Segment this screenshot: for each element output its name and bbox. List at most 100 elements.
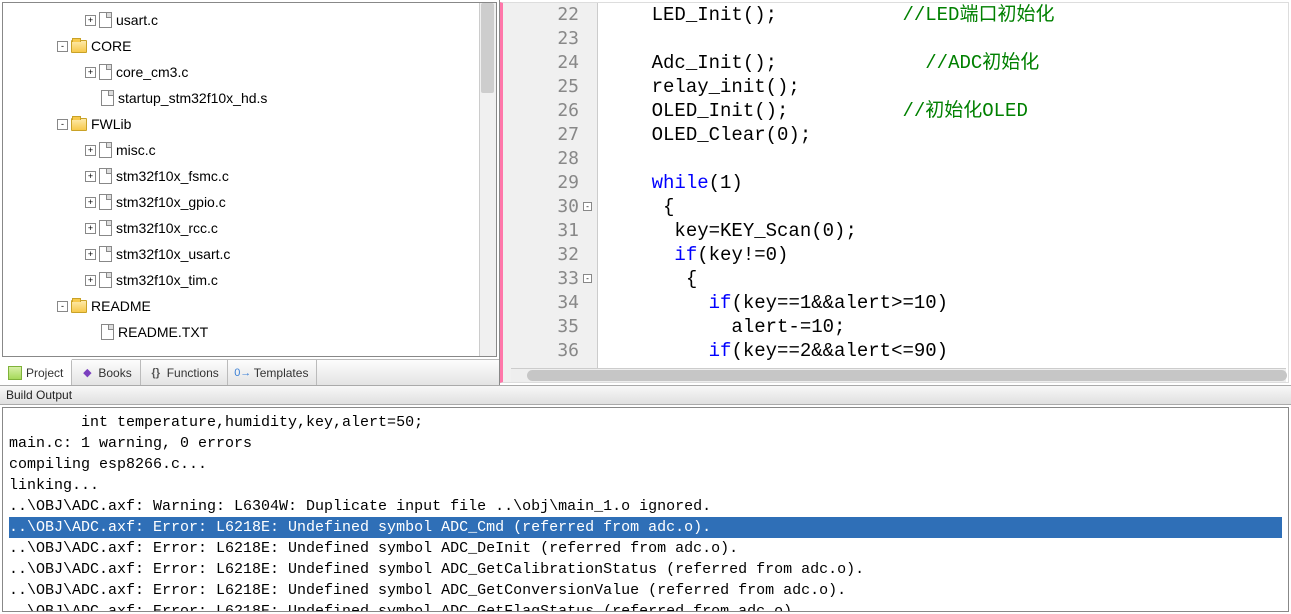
code-area[interactable]: LED_Init(); //LED端口初始化 Adc_Init(); //ADC…	[598, 3, 1288, 382]
code-line[interactable]: Adc_Init(); //ADC初始化	[606, 51, 1288, 75]
line-number: 22	[503, 3, 579, 27]
tab-label: Project	[26, 366, 63, 380]
tree-label: stm32f10x_rcc.c	[116, 220, 218, 236]
tree-file[interactable]: +stm32f10x_fsmc.c	[7, 163, 496, 189]
line-number: 25	[503, 75, 579, 99]
code-line[interactable]: alert-=10;	[606, 315, 1288, 339]
tree-file[interactable]: startup_stm32f10x_hd.s	[7, 85, 496, 111]
tree-file[interactable]: + stm32f10x_usart.c	[7, 241, 496, 267]
code-line[interactable]: OLED_Init(); //初始化OLED	[606, 99, 1288, 123]
folder-icon	[71, 118, 87, 131]
books-icon: ◆	[80, 366, 94, 380]
tab-label: Templates	[254, 366, 309, 380]
tab-label: Books	[98, 366, 131, 380]
tree-toggle-icon[interactable]: -	[57, 41, 68, 52]
build-output[interactable]: int temperature,humidity,key,alert=50;ma…	[2, 407, 1289, 612]
build-line[interactable]: linking...	[9, 475, 1282, 496]
tree-folder[interactable]: -README	[7, 293, 496, 319]
code-line[interactable]: key=KEY_Scan(0);	[606, 219, 1288, 243]
build-line[interactable]: ..\OBJ\ADC.axf: Error: L6218E: Undefined…	[9, 538, 1282, 559]
build-line[interactable]: \OBJ\ADC axf: Error: L6218E: Undefined s…	[9, 601, 1282, 612]
line-number: 33	[503, 267, 579, 291]
tree-label: README.TXT	[118, 324, 208, 340]
code-line[interactable]: {	[606, 267, 1288, 291]
tree-toggle-icon[interactable]: +	[85, 197, 96, 208]
code-line[interactable]: OLED_Clear(0);	[606, 123, 1288, 147]
fold-icon[interactable]: -	[583, 202, 592, 211]
tree-file[interactable]: README.TXT	[7, 319, 496, 345]
line-number: 35	[503, 315, 579, 339]
tree-file[interactable]: + misc.c	[7, 137, 496, 163]
tree-label: FWLib	[91, 116, 131, 132]
build-line[interactable]: ..\OBJ\ADC.axf: Error: L6218E: Undefined…	[9, 580, 1282, 601]
tree-file[interactable]: + stm32f10x_rcc.c	[7, 215, 496, 241]
code-line[interactable]: if(key==2&&alert<=90)	[606, 339, 1288, 363]
tree-toggle-icon[interactable]: +	[85, 145, 96, 156]
code-line[interactable]: while(1)	[606, 171, 1288, 195]
line-number: 36	[503, 339, 579, 363]
build-line[interactable]: ..\OBJ\ADC.axf: Error: L6218E: Undefined…	[9, 559, 1282, 580]
code-editor[interactable]: 222324252627282930313233343536 - - LED_Ini…	[500, 2, 1289, 383]
file-icon	[99, 246, 112, 262]
build-line[interactable]: compiling esp8266.c...	[9, 454, 1282, 475]
functions-icon: {}	[149, 366, 163, 380]
tab-books[interactable]: ◆ Books	[72, 360, 140, 385]
line-number: 27	[503, 123, 579, 147]
tree-file[interactable]: +usart.c	[7, 7, 496, 33]
build-line[interactable]: int temperature,humidity,key,alert=50;	[9, 412, 1282, 433]
tree-label: misc.c	[116, 142, 156, 158]
code-line[interactable]: {	[606, 195, 1288, 219]
code-line[interactable]: if(key!=0)	[606, 243, 1288, 267]
tree-file[interactable]: +stm32f10x_gpio.c	[7, 189, 496, 215]
tree-toggle-icon[interactable]: +	[85, 275, 96, 286]
line-number: 30	[503, 195, 579, 219]
build-line[interactable]: main.c: 1 warning, 0 errors	[9, 433, 1282, 454]
line-number: 26	[503, 99, 579, 123]
tab-label: Functions	[167, 366, 219, 380]
line-number: 24	[503, 51, 579, 75]
build-line[interactable]: ..\OBJ\ADC.axf: Warning: L6304W: Duplica…	[9, 496, 1282, 517]
templates-icon: 0→	[236, 366, 250, 380]
line-number: 29	[503, 171, 579, 195]
tab-templates[interactable]: 0→ Templates	[228, 360, 318, 385]
tab-project[interactable]: Project	[0, 359, 72, 385]
tree-toggle-icon[interactable]: -	[57, 119, 68, 130]
line-gutter: 222324252627282930313233343536 - -	[503, 3, 598, 382]
editor-hscrollbar[interactable]	[511, 368, 1286, 382]
tree-folder[interactable]: - CORE	[7, 33, 496, 59]
tree-file[interactable]: +stm32f10x_tim.c	[7, 267, 496, 293]
tree-scrollbar[interactable]	[479, 3, 496, 356]
code-line[interactable]	[606, 147, 1288, 171]
tree-label: core_cm3.c	[116, 64, 188, 80]
build-line[interactable]: ..\OBJ\ADC.axf: Error: L6218E: Undefined…	[9, 517, 1282, 538]
line-number: 23	[503, 27, 579, 51]
line-number: 28	[503, 147, 579, 171]
code-line[interactable]	[606, 27, 1288, 51]
tree-toggle-icon[interactable]: +	[85, 223, 96, 234]
tree-toggle-icon[interactable]: +	[85, 15, 96, 26]
tree-folder[interactable]: - FWLib	[7, 111, 496, 137]
tree-label: startup_stm32f10x_hd.s	[118, 90, 267, 106]
line-number: 34	[503, 291, 579, 315]
build-output-header: Build Output	[0, 385, 1291, 405]
tree-toggle-icon[interactable]: +	[85, 67, 96, 78]
fold-icon[interactable]: -	[583, 274, 592, 283]
tree-label: CORE	[91, 38, 131, 54]
file-icon	[99, 220, 112, 236]
tree-toggle-icon[interactable]: +	[85, 171, 96, 182]
folder-icon	[71, 300, 87, 313]
line-number: 32	[503, 243, 579, 267]
code-line[interactable]: LED_Init(); //LED端口初始化	[606, 3, 1288, 27]
folder-icon	[71, 40, 87, 53]
file-icon	[99, 168, 112, 184]
line-number: 31	[503, 219, 579, 243]
project-tree[interactable]: +usart.c - CORE + core_cm3.c startup_stm32f10…	[2, 2, 497, 357]
tree-label: stm32f10x_usart.c	[116, 246, 230, 262]
tree-toggle-icon[interactable]: +	[85, 249, 96, 260]
tab-functions[interactable]: {} Functions	[141, 360, 228, 385]
code-line[interactable]: if(key==1&&alert>=10)	[606, 291, 1288, 315]
tree-file[interactable]: + core_cm3.c	[7, 59, 496, 85]
file-icon	[99, 194, 112, 210]
tree-toggle-icon[interactable]: -	[57, 301, 68, 312]
code-line[interactable]: relay_init();	[606, 75, 1288, 99]
